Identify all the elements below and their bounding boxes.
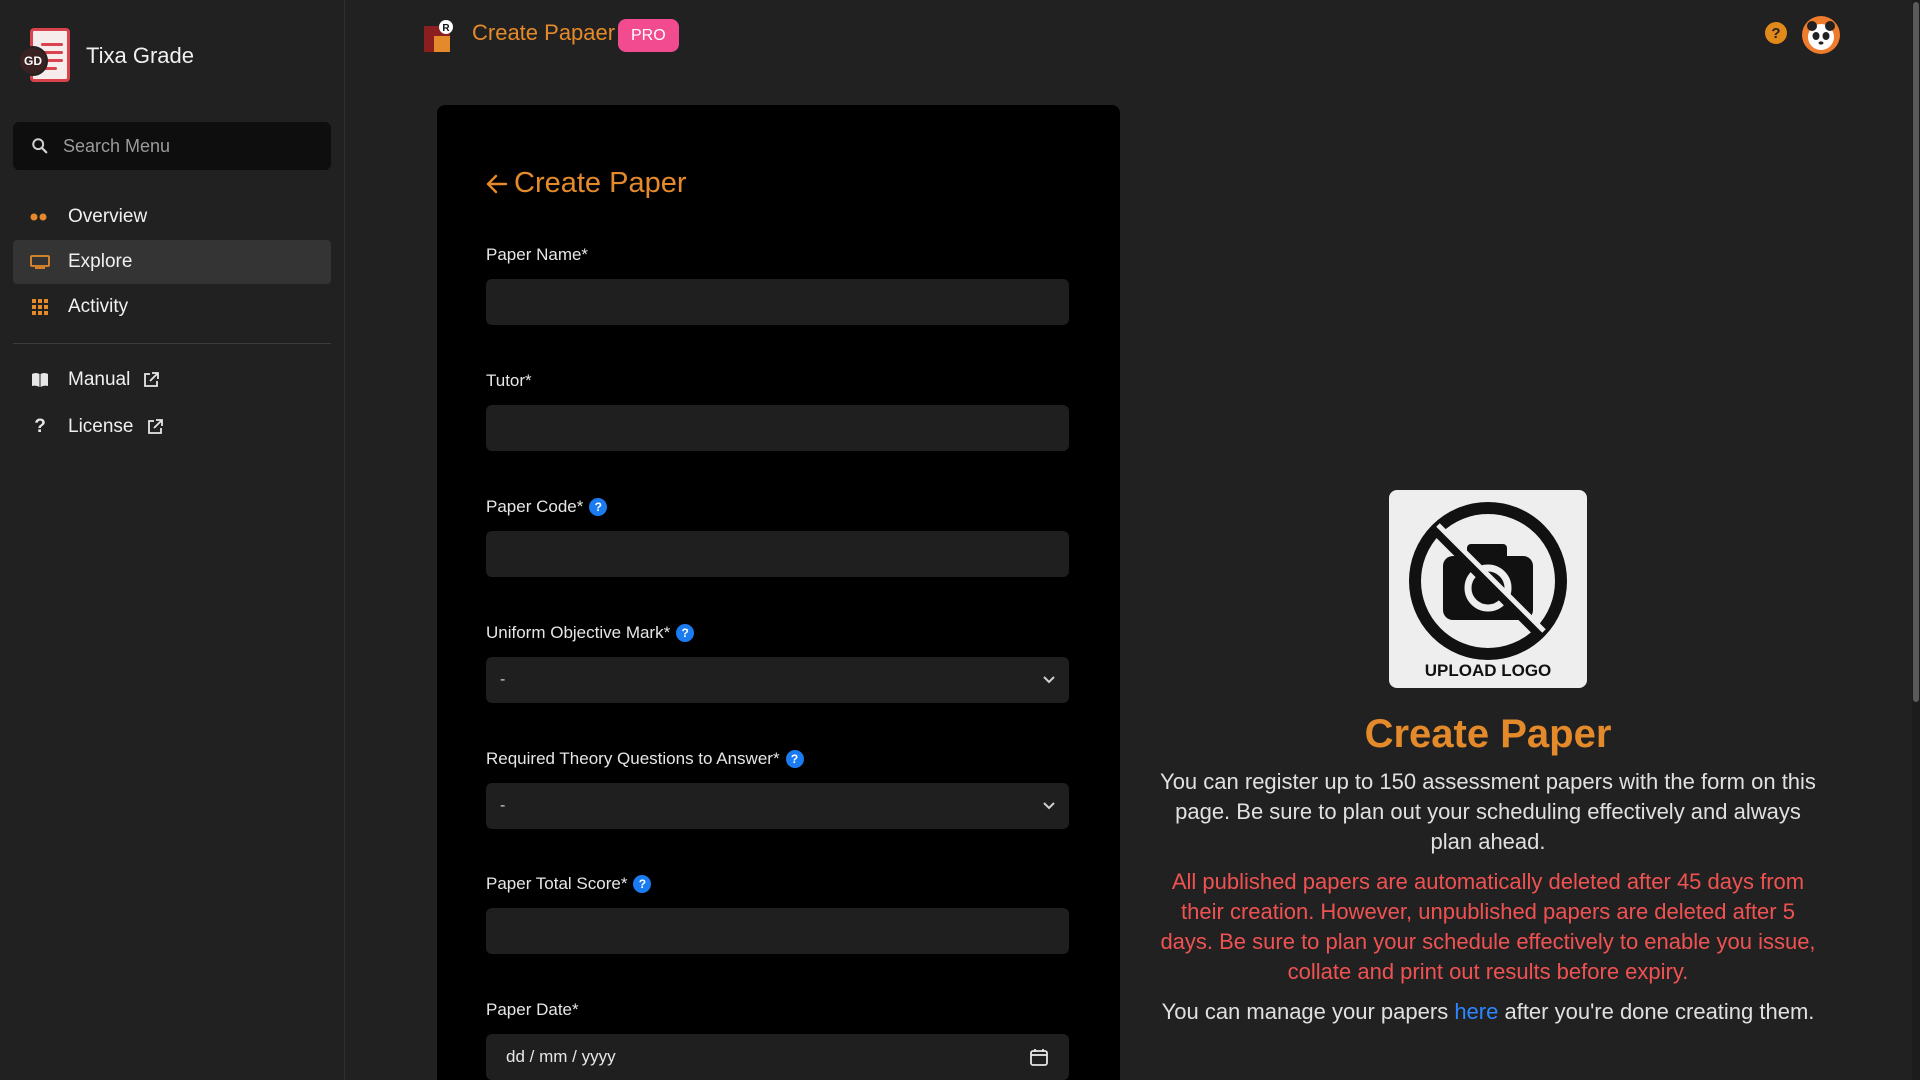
paper-code-label-row: Paper Code* ? (486, 495, 1069, 519)
objective-mark-label-row: Uniform Objective Mark* ? (486, 621, 1069, 645)
paper-name-input[interactable] (486, 279, 1069, 325)
paper-date-placeholder: dd / mm / yyyy (506, 1047, 616, 1066)
chevron-down-icon (1043, 676, 1055, 684)
total-score-field: Paper Total Score* ? (486, 872, 1069, 954)
monitor-icon (30, 252, 50, 272)
paper-date-label: Paper Date* (486, 1000, 579, 1019)
back-arrow-icon[interactable] (486, 173, 508, 195)
dots-icon (30, 207, 50, 227)
help-icon[interactable]: ? (676, 624, 695, 642)
objective-mark-field: Uniform Objective Mark* ? - (486, 621, 1069, 703)
tutor-label: Tutor* (486, 371, 532, 390)
paper-name-field: Paper Name* (486, 243, 1069, 325)
no-camera-icon (1409, 502, 1567, 660)
paper-date-field: Paper Date* dd / mm / yyyy (486, 998, 1069, 1080)
sidebar-item-overview[interactable]: Overview (13, 195, 331, 239)
help-icon[interactable]: ? (633, 875, 652, 893)
paper-code-label: Paper Code* (486, 497, 584, 516)
form-title[interactable]: Create Paper (486, 167, 687, 200)
grid-icon (30, 297, 50, 317)
manage-text-before: You can manage your papers (1161, 999, 1455, 1024)
paper-code-input[interactable] (486, 531, 1069, 577)
paper-date-input[interactable]: dd / mm / yyyy (486, 1034, 1069, 1080)
sidebar-item-explore[interactable]: Explore (13, 240, 331, 284)
paper-code-field: Paper Code* ? (486, 495, 1069, 577)
info-title: Create Paper (1364, 712, 1612, 756)
total-score-label: Paper Total Score* (486, 874, 628, 893)
sidebar-item-label: Activity (68, 296, 129, 317)
brand-logo: GD (18, 26, 72, 86)
sidebar-item-label: License (68, 416, 134, 437)
search-input[interactable] (63, 135, 313, 157)
app-root: GD Tixa Grade Overview Explore (0, 0, 1920, 1080)
chevron-down-icon (1043, 802, 1055, 810)
sidebar-nav: Overview Explore Activity (13, 195, 331, 330)
sidebar-item-license[interactable]: ? License (13, 404, 331, 450)
help-icon[interactable]: ? (785, 750, 804, 768)
user-avatar[interactable] (1802, 16, 1840, 54)
help-icon[interactable]: ? (589, 498, 608, 516)
brand[interactable]: GD Tixa Grade (18, 26, 194, 86)
upload-logo-button[interactable]: UPLOAD LOGO (1389, 490, 1587, 688)
brand-name: Tixa Grade (86, 43, 195, 68)
tutor-field: Tutor* (486, 369, 1069, 451)
sidebar-item-label: Manual (68, 369, 131, 390)
theory-questions-value: - (500, 797, 506, 814)
app-logo-icon: R (424, 20, 453, 52)
book-icon (30, 370, 50, 390)
total-score-label-row: Paper Total Score* ? (486, 872, 1069, 896)
paper-name-label: Paper Name* (486, 245, 589, 264)
sidebar-divider (13, 343, 331, 344)
sidebar-item-label: Explore (68, 251, 133, 272)
sidebar-external-nav: Manual ? License (13, 357, 331, 451)
form-title-text: Create Paper (514, 167, 687, 199)
page-scrollbar[interactable] (1912, 0, 1920, 1080)
info-panel: UPLOAD LOGO Create Paper You can registe… (1148, 490, 1828, 1027)
pro-badge: PRO (618, 19, 679, 52)
sidebar-item-manual[interactable]: Manual (13, 357, 331, 403)
total-score-input[interactable] (486, 908, 1069, 954)
manage-papers-link[interactable]: here (1454, 999, 1498, 1024)
objective-mark-select[interactable]: - (486, 657, 1069, 703)
brand-badge: GD (18, 46, 48, 76)
question-icon: ? (34, 416, 46, 437)
upload-logo-caption: UPLOAD LOGO (1424, 661, 1552, 680)
manage-text-after: after you're done creating them. (1498, 999, 1815, 1024)
create-paper-form-card: Create Paper Paper Name* Tutor* Paper Co… (437, 105, 1120, 1080)
topbar-title: Create Papaer (472, 20, 616, 45)
objective-mark-value: - (500, 671, 506, 688)
theory-questions-label-row: Required Theory Questions to Answer* ? (486, 747, 1069, 771)
info-manage-text: You can manage your papers here after yo… (1158, 997, 1818, 1027)
theory-questions-label: Required Theory Questions to Answer* (486, 749, 780, 768)
search-box[interactable] (13, 122, 331, 170)
sidebar-item-activity[interactable]: Activity (13, 285, 331, 329)
sidebar-item-label: Overview (68, 206, 148, 227)
external-link-icon (147, 419, 163, 434)
scrollbar-thumb[interactable] (1913, 2, 1919, 702)
calendar-icon[interactable] (1029, 1047, 1049, 1067)
tutor-input[interactable] (486, 405, 1069, 451)
search-icon (32, 138, 48, 154)
help-icon[interactable]: ? (1765, 22, 1787, 44)
theory-questions-select[interactable]: - (486, 783, 1069, 829)
external-link-icon (144, 372, 160, 387)
sidebar: GD Tixa Grade Overview Explore (0, 0, 345, 1080)
svg-text:R: R (442, 23, 450, 34)
info-paragraph: You can register up to 150 assessment pa… (1160, 769, 1816, 854)
theory-questions-field: Required Theory Questions to Answer* ? - (486, 747, 1069, 829)
objective-mark-label: Uniform Objective Mark* (486, 623, 671, 642)
info-warning: All published papers are automatically d… (1160, 869, 1816, 984)
